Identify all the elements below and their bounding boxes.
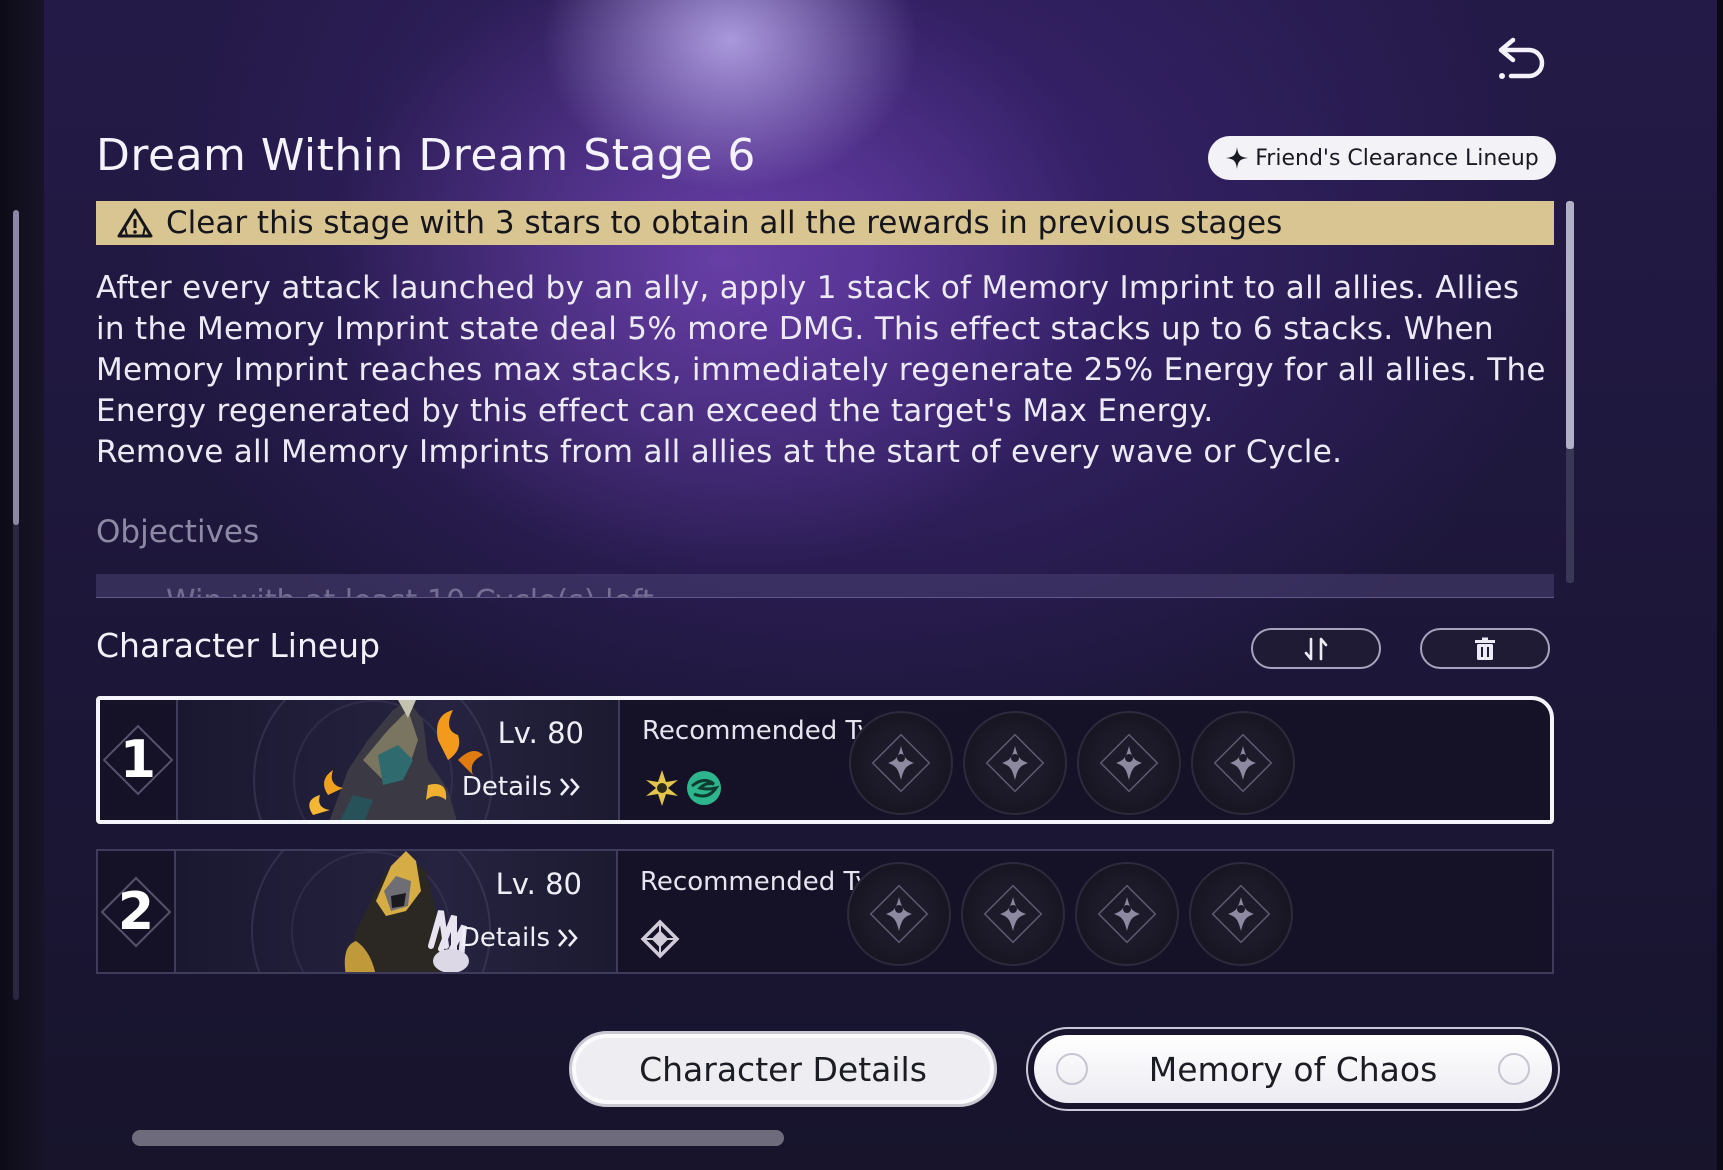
description-paragraph: Remove all Memory Imprints from all alli… xyxy=(96,434,1343,470)
double-chevron-right-icon xyxy=(560,778,580,796)
diamond-slot-icon xyxy=(1097,884,1157,944)
character-portrait[interactable]: Lv. 80 Details xyxy=(178,700,620,820)
swap-icon xyxy=(1304,637,1328,660)
recommended-type-icons xyxy=(642,768,724,808)
team-number-badge: 2 xyxy=(98,851,176,972)
warning-text: Clear this stage with 3 stars to obtain … xyxy=(166,205,1283,241)
warning-banner: Clear this stage with 3 stars to obtain … xyxy=(96,201,1554,245)
details-label: Details xyxy=(461,772,552,802)
character-lineup-heading: Character Lineup xyxy=(96,626,381,665)
stage-description: After every attack launched by an ally, … xyxy=(96,268,1558,473)
relic-slot[interactable] xyxy=(963,711,1067,815)
diamond-slot-icon xyxy=(869,884,929,944)
character-details-button[interactable]: Character Details xyxy=(569,1031,997,1107)
memory-of-chaos-button-face: Memory of Chaos xyxy=(1034,1035,1552,1103)
details-label: Details xyxy=(459,923,550,953)
relic-slot[interactable] xyxy=(849,711,953,815)
relic-slot[interactable] xyxy=(1075,862,1179,966)
masked-character-art xyxy=(344,851,469,972)
objectives-heading: Objectives xyxy=(96,514,260,550)
recommended-type-icons xyxy=(640,919,680,959)
friend-clearance-lineup-button[interactable]: Friend's Clearance Lineup xyxy=(1208,136,1556,180)
relic-slot[interactable] xyxy=(961,862,1065,966)
character-portrait[interactable]: Lv. 80 Details xyxy=(176,851,618,972)
objective-item: Win with at least 10 Cycle(s) left xyxy=(96,574,1554,598)
friend-clearance-lineup-label: Friend's Clearance Lineup xyxy=(1255,145,1539,171)
relic-slot[interactable] xyxy=(1189,862,1293,966)
diamond-slot-icon xyxy=(985,733,1045,793)
character-level: Lv. 80 xyxy=(495,867,582,901)
relic-slot[interactable] xyxy=(847,862,951,966)
team-card-1[interactable]: 1 Lv. 80 Details Recommended Type xyxy=(96,696,1554,824)
clear-lineup-button[interactable] xyxy=(1420,628,1550,669)
screen: Dream Within Dream Stage 6 Friend's Clea… xyxy=(0,0,1723,1170)
character-level: Lv. 80 xyxy=(497,716,584,750)
swap-lineup-button[interactable] xyxy=(1251,628,1381,669)
back-button[interactable] xyxy=(1495,30,1557,86)
team-number: 1 xyxy=(119,730,157,790)
left-rail xyxy=(0,0,44,1170)
objective-text: Win with at least 10 Cycle(s) left xyxy=(166,584,654,597)
bottom-scrollbar-thumb[interactable] xyxy=(132,1130,784,1146)
description-paragraph: After every attack launched by an ally, … xyxy=(96,270,1546,429)
diamond-slot-icon xyxy=(1099,733,1159,793)
warning-triangle-icon xyxy=(117,208,153,238)
character-details-link[interactable]: Details xyxy=(460,923,582,953)
trash-icon xyxy=(1475,637,1495,660)
back-arrow-icon xyxy=(1498,37,1545,79)
memory-of-chaos-button[interactable]: Memory of Chaos xyxy=(1026,1027,1560,1111)
diamond-slot-icon xyxy=(983,884,1043,944)
wind-type-icon xyxy=(687,771,721,805)
double-chevron-right-icon xyxy=(558,929,578,947)
character-details-link[interactable]: Details xyxy=(462,772,584,802)
armored-character-art xyxy=(309,700,483,820)
diamond-slot-icon xyxy=(1211,884,1271,944)
team-number-badge: 1 xyxy=(100,700,178,820)
sparkle-icon xyxy=(1226,147,1249,169)
relic-slot[interactable] xyxy=(1191,711,1295,815)
memory-of-chaos-label: Memory of Chaos xyxy=(1148,1049,1438,1089)
relic-slot[interactable] xyxy=(1077,711,1181,815)
imaginary-type-icon xyxy=(640,919,680,959)
description-scrollbar-thumb[interactable] xyxy=(1566,201,1574,449)
quantum-type-icon xyxy=(646,770,678,806)
left-scrollbar-thumb[interactable] xyxy=(13,210,19,525)
diamond-slot-icon xyxy=(871,733,931,793)
page-title: Dream Within Dream Stage 6 xyxy=(96,130,756,181)
diamond-slot-icon xyxy=(1213,733,1273,793)
team-card-2[interactable]: 2 Lv. 80 Details Recommended Type xyxy=(96,849,1554,974)
team-number: 2 xyxy=(117,881,155,942)
right-edge xyxy=(1717,0,1723,1170)
